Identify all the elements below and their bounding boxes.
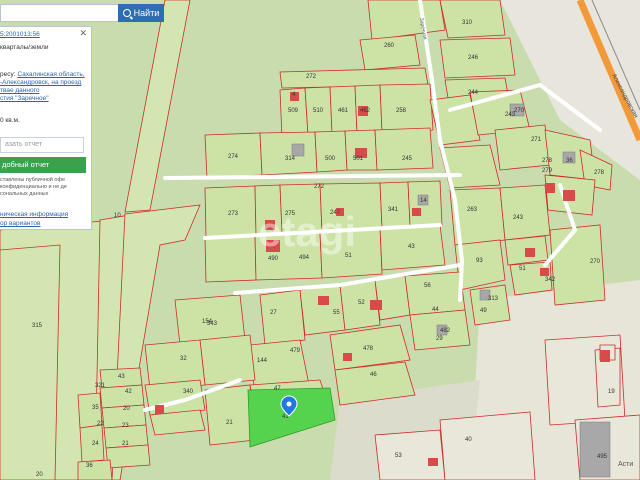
plot-number: 272 — [314, 184, 325, 190]
plot-info-panel: ✕ 5:2001013:56 кварталы/земли ресу: Саха… — [0, 26, 92, 230]
plot-number: 19 — [608, 389, 615, 395]
plot-number: 35 — [92, 405, 99, 411]
plot-number: 47 — [274, 386, 281, 392]
plot-number: 274 — [228, 154, 239, 160]
address-link-2[interactable]: -Александровск, на проезд — [0, 79, 85, 87]
plot-number: 46 — [370, 372, 377, 378]
address-label: ресу: — [0, 71, 16, 78]
plot-number: 270 — [590, 259, 601, 265]
search-button-label: Найти — [133, 8, 160, 18]
plot-number: 279 — [542, 168, 553, 174]
plot-number: 20 — [36, 472, 43, 478]
plot-number: 314 — [285, 156, 296, 162]
search-bar: Найти — [0, 4, 164, 24]
cadastral-map[interactable]: Александровская Заречная 310 260 246 272… — [0, 0, 640, 480]
plot-number: 310 — [462, 20, 473, 26]
address-block: ресу: Сахалинская область, -Александровс… — [0, 71, 85, 103]
plot-number: 29 — [436, 336, 443, 342]
plot-number: 52 — [358, 300, 365, 306]
category-text: кварталы/земли — [0, 44, 49, 51]
plot-number: 321 — [95, 383, 106, 389]
plot-number: 510 — [313, 108, 324, 114]
marker-dot-icon — [286, 401, 292, 407]
plot-number: 23 — [122, 423, 129, 429]
watermark: etagi — [258, 208, 356, 255]
plot-number: 10 — [114, 213, 121, 219]
corner-label: Асти — [618, 461, 633, 468]
plot-number: 270 — [514, 108, 525, 114]
plot-number: 478 — [363, 346, 374, 352]
plot-number: 36 — [566, 158, 573, 164]
plot-number: 509 — [288, 108, 299, 114]
technical-info-link[interactable]: ническая информация — [0, 211, 68, 219]
plot-number: 22 — [97, 421, 104, 427]
plot-number: 482 — [440, 328, 451, 334]
address-link-3[interactable]: твае данного — [0, 87, 85, 95]
plot-number: 51 — [519, 266, 526, 272]
plot-number: 56 — [424, 283, 431, 289]
plot-number: 43 — [118, 374, 125, 380]
plot-number: 495 — [597, 454, 608, 460]
plot-number: 272 — [306, 74, 317, 80]
search-icon — [122, 9, 131, 17]
plot-number: 24 — [92, 441, 99, 447]
plot-number: 55 — [333, 310, 340, 316]
area-value: 0 кв.м. — [0, 117, 20, 124]
plot-number: 93 — [476, 258, 483, 264]
plot-number: 315 — [32, 323, 43, 329]
plot-number: 340 — [183, 389, 194, 395]
disclaimer-text: ставлены публичной офе конфиденциально и… — [0, 177, 67, 197]
plot-number: 53 — [395, 453, 402, 459]
plot-number: 341 — [388, 207, 399, 213]
cadastral-number-link[interactable]: 5:2001013:56 — [0, 31, 40, 39]
plot-number: 462 — [360, 108, 371, 114]
plot-number: 343 — [207, 321, 218, 327]
plot-number: 490 — [268, 256, 279, 262]
plot-number: 244 — [468, 90, 479, 96]
plot-number: 243 — [513, 215, 524, 221]
search-input[interactable] — [0, 4, 118, 22]
plot-number: 479 — [290, 348, 301, 354]
plot-number: 494 — [299, 255, 310, 261]
plot-number: 44 — [432, 307, 439, 313]
order-report-input[interactable]: азать отчет — [0, 137, 84, 153]
plot-number: 263 — [467, 207, 478, 213]
close-icon[interactable]: ✕ — [79, 29, 87, 38]
plot-number: 144 — [257, 358, 268, 364]
plot-number: 21 — [122, 441, 129, 447]
plot-number: 246 — [468, 55, 479, 61]
plot-number: 14 — [420, 198, 427, 204]
plot-number: 313 — [488, 296, 499, 302]
address-link-4[interactable]: стия "Заречное" — [0, 95, 85, 103]
plot-number: 260 — [384, 43, 395, 49]
plot-number: 273 — [228, 211, 239, 217]
plot-number: 245 — [402, 156, 413, 162]
search-button[interactable]: Найти — [118, 4, 164, 22]
plot-number: 500 — [325, 156, 336, 162]
plot-number: 21 — [226, 420, 233, 426]
plot-number: 36 — [86, 463, 93, 469]
options-link[interactable]: ор вариантов — [0, 220, 40, 228]
plot-number: 42 — [125, 389, 132, 395]
plot-number: 461 — [338, 108, 349, 114]
plot-number: 258 — [396, 108, 407, 114]
plot-number: 27 — [270, 310, 277, 316]
plot-number: 342 — [545, 277, 556, 283]
plot-number: 278 — [542, 158, 553, 164]
plot-number: 49 — [480, 308, 487, 314]
plot-number: 278 — [594, 170, 605, 176]
plot-number: 43 — [408, 244, 415, 250]
plot-number: 32 — [180, 356, 187, 362]
plot-number: 271 — [531, 137, 542, 143]
plot-number: 501 — [353, 156, 364, 162]
address-link-1[interactable]: Сахалинская область, — [17, 71, 84, 78]
detailed-report-button[interactable]: добный отчет — [0, 157, 86, 173]
plot-number: 20 — [123, 406, 130, 412]
plot-number: 40 — [465, 437, 472, 443]
